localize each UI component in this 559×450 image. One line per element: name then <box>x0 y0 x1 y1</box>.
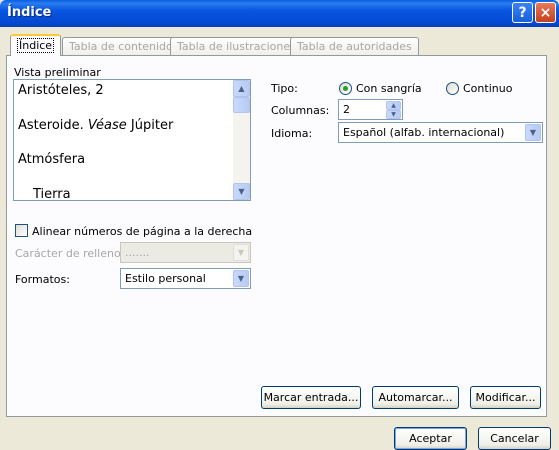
preview-entry: Asteroide. Véase Júpiter <box>18 118 174 133</box>
columns-label: Columnas: <box>271 104 330 117</box>
scroll-thumb[interactable] <box>233 97 250 113</box>
cancel-button[interactable]: Cancelar <box>478 427 551 450</box>
chevron-down-icon[interactable]: ▼ <box>233 244 249 261</box>
formats-label: Formatos: <box>15 273 70 286</box>
preview-label: Vista preliminar <box>14 66 101 79</box>
fill-char-select[interactable]: ....... ▼ <box>120 242 251 263</box>
preview-box[interactable]: Aristóteles, 2 Asteroide. Véase Júpiter … <box>13 79 251 201</box>
preview-entry: Aristóteles, 2 <box>18 83 104 98</box>
accept-button[interactable]: Aceptar <box>394 427 467 450</box>
run-in-label[interactable]: Continuo <box>463 82 512 95</box>
columns-value: 2 <box>343 103 350 116</box>
language-label: Idioma: <box>271 127 313 140</box>
formats-value: Estilo personal <box>125 272 206 285</box>
scroll-up-icon[interactable]: ▲ <box>233 80 250 97</box>
preview-scrollbar[interactable]: ▲ ▼ <box>233 80 250 200</box>
spin-down-icon[interactable]: ▼ <box>386 110 401 119</box>
type-label: Tipo: <box>271 82 298 95</box>
chevron-down-icon[interactable]: ▼ <box>233 270 249 287</box>
indented-label[interactable]: Con sangría <box>356 82 422 95</box>
align-right-checkbox[interactable] <box>15 224 28 237</box>
preview-entry: Tierra <box>33 187 71 201</box>
chevron-down-icon[interactable]: ▼ <box>525 124 541 141</box>
modify-button[interactable]: Modificar... <box>470 386 541 409</box>
fill-char-value: ....... <box>125 246 150 259</box>
mark-entry-button[interactable]: Marcar entrada... <box>261 386 361 409</box>
spin-up-icon[interactable]: ▲ <box>386 101 401 110</box>
preview-entry: Atmósfera <box>18 152 86 167</box>
run-in-radio[interactable] <box>446 82 459 95</box>
language-select[interactable]: Español (alfab. internacional) ▼ <box>338 122 543 143</box>
fill-char-label: Carácter de relleno: <box>15 247 125 260</box>
language-value: Español (alfab. internacional) <box>343 126 505 139</box>
scroll-down-icon[interactable]: ▼ <box>233 183 250 200</box>
formats-select[interactable]: Estilo personal ▼ <box>120 268 251 289</box>
automark-button[interactable]: Automarcar... <box>372 386 459 409</box>
columns-stepper[interactable]: 2 ▲ ▼ <box>338 99 403 120</box>
align-right-label[interactable]: Alinear números de página a la derecha <box>32 225 252 238</box>
indented-radio[interactable] <box>339 82 352 95</box>
